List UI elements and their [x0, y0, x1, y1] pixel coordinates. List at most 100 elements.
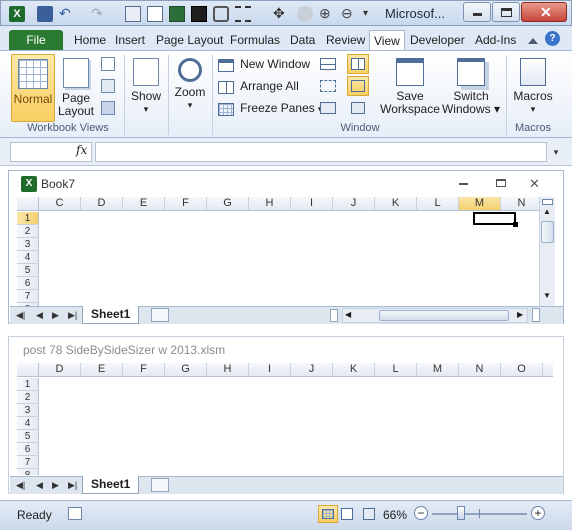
- column-header[interactable]: O: [501, 363, 543, 376]
- grid[interactable]: DEFGHIJKLMNO 12345678: [17, 363, 553, 475]
- freeze-panes-button[interactable]: Freeze Panes ▾: [218, 98, 322, 118]
- row-header[interactable]: 8: [17, 469, 39, 475]
- unhide-icon[interactable]: [320, 102, 336, 114]
- column-header[interactable]: D: [39, 363, 81, 376]
- restore-icon[interactable]: [496, 179, 506, 187]
- minimize-button[interactable]: [463, 2, 491, 22]
- save-icon[interactable]: [37, 6, 53, 22]
- column-header[interactable]: E: [81, 363, 123, 376]
- row-header[interactable]: 1: [17, 378, 39, 391]
- column-header[interactable]: N: [459, 363, 501, 376]
- page-layout-status-icon[interactable]: [341, 508, 353, 520]
- tab-file[interactable]: File: [9, 30, 63, 51]
- prev-sheet-icon[interactable]: ◀: [36, 310, 43, 321]
- column-header[interactable]: H: [207, 363, 249, 376]
- column-header[interactable]: M: [417, 363, 459, 376]
- fx-icon[interactable]: fx: [76, 143, 87, 157]
- horizontal-scroll-thumb[interactable]: [379, 310, 509, 321]
- last-sheet-icon[interactable]: ▶|: [68, 310, 77, 321]
- row-header[interactable]: 5: [17, 430, 39, 443]
- column-header[interactable]: F: [123, 363, 165, 376]
- tab-add-ins[interactable]: Add-Ins: [471, 30, 520, 51]
- view-side-by-side-button[interactable]: [347, 54, 369, 74]
- row-header[interactable]: 7: [17, 290, 39, 303]
- next-sheet-icon[interactable]: ▶: [52, 480, 59, 491]
- arrange-all-button[interactable]: Arrange All: [218, 76, 299, 96]
- column-header[interactable]: D: [81, 197, 123, 210]
- page-break-preview-icon[interactable]: [101, 57, 115, 71]
- close-button[interactable]: ✕: [521, 2, 567, 22]
- horizontal-scrollbar[interactable]: ◀ ▶: [342, 308, 528, 323]
- tab-review[interactable]: Review: [322, 30, 369, 51]
- row-header[interactable]: 3: [17, 404, 39, 417]
- checkbox-icon[interactable]: [147, 6, 163, 22]
- split-handle[interactable]: [542, 199, 553, 205]
- help-icon[interactable]: ?: [545, 31, 560, 46]
- expand-formula-bar-icon[interactable]: ▾: [549, 144, 563, 160]
- formula-input[interactable]: [95, 142, 547, 162]
- row-header[interactable]: 3: [17, 238, 39, 251]
- column-header[interactable]: E: [123, 197, 165, 210]
- circle-icon[interactable]: [297, 6, 313, 22]
- row-header[interactable]: 4: [17, 251, 39, 264]
- full-screen-icon[interactable]: [101, 101, 115, 115]
- sheet-tab-sheet1[interactable]: Sheet1: [82, 306, 140, 324]
- tab-developer[interactable]: Developer: [406, 30, 469, 51]
- minimize-icon[interactable]: [459, 183, 468, 185]
- hide-icon[interactable]: [320, 80, 336, 92]
- normal-view-status-button[interactable]: [318, 505, 338, 523]
- column-header[interactable]: J: [333, 197, 375, 210]
- column-header[interactable]: G: [165, 363, 207, 376]
- synchronous-scrolling-button[interactable]: [347, 76, 369, 96]
- zoom-out-icon[interactable]: ⊖: [341, 6, 357, 22]
- column-header[interactable]: H: [249, 197, 291, 210]
- zoom-slider-thumb[interactable]: [457, 506, 465, 520]
- excel-logo-icon[interactable]: X: [9, 6, 25, 22]
- undo-icon[interactable]: ↶: [59, 6, 75, 22]
- row-header[interactable]: 5: [17, 264, 39, 277]
- macro-record-icon[interactable]: [68, 507, 82, 520]
- last-sheet-icon[interactable]: ▶|: [68, 480, 77, 491]
- prev-sheet-icon[interactable]: ◀: [36, 480, 43, 491]
- row-header[interactable]: 6: [17, 277, 39, 290]
- show-button[interactable]: Show ▾: [128, 54, 164, 116]
- column-header[interactable]: J: [291, 363, 333, 376]
- split-box-right[interactable]: [532, 308, 540, 322]
- scroll-down-icon[interactable]: ▼: [543, 291, 551, 300]
- split-icon[interactable]: [320, 58, 336, 70]
- row-header[interactable]: 7: [17, 456, 39, 469]
- normal-view-button[interactable]: Normal: [11, 54, 55, 122]
- zoom-out-icon[interactable]: −: [414, 506, 428, 520]
- column-header[interactable]: C: [39, 197, 81, 210]
- row-header[interactable]: 2: [17, 225, 39, 238]
- new-window-button[interactable]: New Window: [218, 54, 310, 74]
- insert-sheet-icon[interactable]: [151, 478, 169, 492]
- column-header[interactable]: I: [291, 197, 333, 210]
- move-icon[interactable]: ✥: [273, 6, 289, 22]
- active-cell[interactable]: [473, 212, 516, 225]
- column-header[interactable]: L: [375, 363, 417, 376]
- scroll-right-icon[interactable]: ▶: [517, 310, 523, 319]
- save-workspace-button[interactable]: Save Workspace: [380, 54, 440, 116]
- column-header[interactable]: G: [207, 197, 249, 210]
- page-layout-button[interactable]: Page Layout: [57, 54, 95, 118]
- column-header[interactable]: I: [249, 363, 291, 376]
- row-header[interactable]: 2: [17, 391, 39, 404]
- tab-view[interactable]: View: [369, 30, 405, 51]
- tab-formulas[interactable]: Formulas: [226, 30, 284, 51]
- select-all-button[interactable]: [17, 197, 39, 211]
- first-sheet-icon[interactable]: ◀|: [16, 480, 25, 491]
- switch-windows-button[interactable]: Switch Windows ▾: [440, 54, 502, 116]
- page-break-status-icon[interactable]: [363, 508, 375, 520]
- vertical-scrollbar[interactable]: ▲ ▼: [539, 197, 555, 307]
- freeze-icon[interactable]: [191, 6, 207, 22]
- column-header[interactable]: K: [333, 363, 375, 376]
- column-header[interactable]: L: [417, 197, 459, 210]
- insert-sheet-icon[interactable]: [151, 308, 169, 322]
- next-sheet-icon[interactable]: ▶: [52, 310, 59, 321]
- scroll-up-icon[interactable]: ▲: [543, 207, 551, 216]
- row-header[interactable]: 6: [17, 443, 39, 456]
- vertical-scroll-thumb[interactable]: [541, 221, 554, 243]
- scroll-left-icon[interactable]: ◀: [345, 310, 351, 319]
- close-icon[interactable]: ✕: [529, 171, 540, 197]
